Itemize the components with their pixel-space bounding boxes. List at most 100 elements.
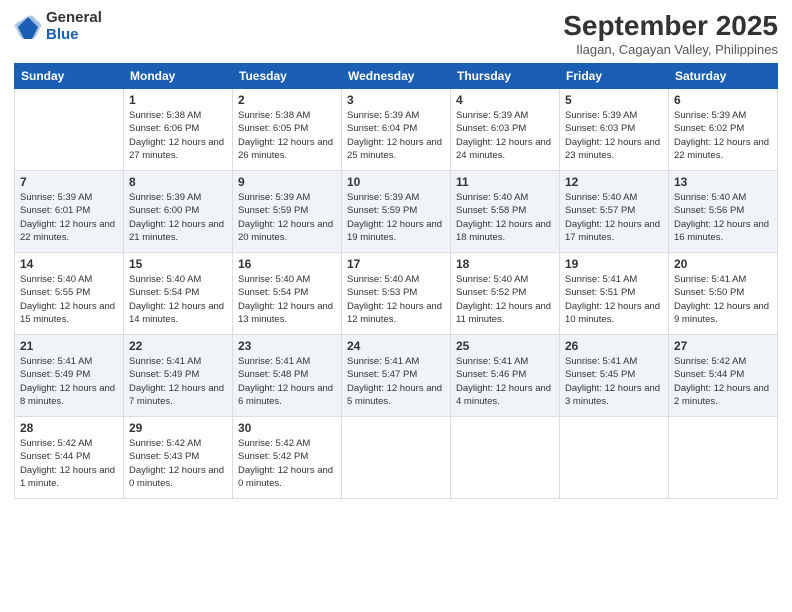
table-row: 9 Sunrise: 5:39 AMSunset: 5:59 PMDaylight… (233, 171, 342, 253)
day-number: 21 (20, 339, 118, 353)
table-row: 18 Sunrise: 5:40 AMSunset: 5:52 PMDayligh… (451, 253, 560, 335)
day-info: Sunrise: 5:42 AMSunset: 5:44 PMDaylight:… (674, 355, 772, 408)
logo-blue-text: Blue (46, 27, 102, 44)
day-number: 8 (129, 175, 227, 189)
table-row: 12 Sunrise: 5:40 AMSunset: 5:57 PMDayligh… (560, 171, 669, 253)
day-info: Sunrise: 5:39 AMSunset: 6:02 PMDaylight:… (674, 109, 772, 162)
day-number: 12 (565, 175, 663, 189)
day-number: 7 (20, 175, 118, 189)
day-number: 30 (238, 421, 336, 435)
page: General Blue September 2025 Ilagan, Caga… (0, 0, 792, 612)
table-row: 7 Sunrise: 5:39 AMSunset: 6:01 PMDaylight… (15, 171, 124, 253)
day-info: Sunrise: 5:41 AMSunset: 5:46 PMDaylight:… (456, 355, 554, 408)
day-number: 5 (565, 93, 663, 107)
table-row: 4 Sunrise: 5:39 AMSunset: 6:03 PMDaylight… (451, 89, 560, 171)
day-number: 10 (347, 175, 445, 189)
day-number: 25 (456, 339, 554, 353)
day-number: 27 (674, 339, 772, 353)
calendar-week-row: 14 Sunrise: 5:40 AMSunset: 5:55 PMDayligh… (15, 253, 778, 335)
table-row: 6 Sunrise: 5:39 AMSunset: 6:02 PMDaylight… (669, 89, 778, 171)
day-number: 26 (565, 339, 663, 353)
day-info: Sunrise: 5:41 AMSunset: 5:48 PMDaylight:… (238, 355, 336, 408)
day-info: Sunrise: 5:42 AMSunset: 5:43 PMDaylight:… (129, 437, 227, 490)
table-row: 1 Sunrise: 5:38 AMSunset: 6:06 PMDaylight… (124, 89, 233, 171)
day-info: Sunrise: 5:39 AMSunset: 6:01 PMDaylight:… (20, 191, 118, 244)
table-row: 26 Sunrise: 5:41 AMSunset: 5:45 PMDayligh… (560, 335, 669, 417)
table-row: 22Sunrise: 5:41 AMSunset: 5:49 PMDayligh… (124, 335, 233, 417)
table-row: 13 Sunrise: 5:40 AMSunset: 5:56 PMDayligh… (669, 171, 778, 253)
month-title: September 2025 (563, 10, 778, 42)
table-row: 8 Sunrise: 5:39 AMSunset: 6:00 PMDaylight… (124, 171, 233, 253)
day-info: Sunrise: 5:40 AMSunset: 5:52 PMDaylight:… (456, 273, 554, 326)
day-info: Sunrise: 5:41 AMSunset: 5:47 PMDaylight:… (347, 355, 445, 408)
header-thursday: Thursday (451, 64, 560, 89)
day-info: Sunrise: 5:41 AMSunset: 5:45 PMDaylight:… (565, 355, 663, 408)
logo-icon (14, 13, 42, 41)
calendar-week-row: 7 Sunrise: 5:39 AMSunset: 6:01 PMDaylight… (15, 171, 778, 253)
day-number: 16 (238, 257, 336, 271)
day-number: 28 (20, 421, 118, 435)
day-number: 29 (129, 421, 227, 435)
table-row: 11 Sunrise: 5:40 AMSunset: 5:58 PMDayligh… (451, 171, 560, 253)
table-row: 19 Sunrise: 5:41 AMSunset: 5:51 PMDayligh… (560, 253, 669, 335)
table-row: 24 Sunrise: 5:41 AMSunset: 5:47 PMDayligh… (342, 335, 451, 417)
day-number: 11 (456, 175, 554, 189)
table-row: 3 Sunrise: 5:39 AMSunset: 6:04 PMDaylight… (342, 89, 451, 171)
table-row (451, 417, 560, 499)
location: Ilagan, Cagayan Valley, Philippines (563, 42, 778, 57)
day-info: Sunrise: 5:42 AMSunset: 5:44 PMDaylight:… (20, 437, 118, 490)
table-row: 25 Sunrise: 5:41 AMSunset: 5:46 PMDayligh… (451, 335, 560, 417)
logo: General Blue (14, 10, 102, 43)
day-info: Sunrise: 5:42 AMSunset: 5:42 PMDaylight:… (238, 437, 336, 490)
day-info: Sunrise: 5:40 AMSunset: 5:55 PMDaylight:… (20, 273, 118, 326)
table-row: 17 Sunrise: 5:40 AMSunset: 5:53 PMDayligh… (342, 253, 451, 335)
day-number: 20 (674, 257, 772, 271)
day-number: 14 (20, 257, 118, 271)
day-info: Sunrise: 5:39 AMSunset: 6:03 PMDaylight:… (565, 109, 663, 162)
table-row: 27 Sunrise: 5:42 AMSunset: 5:44 PMDayligh… (669, 335, 778, 417)
day-info: Sunrise: 5:40 AMSunset: 5:53 PMDaylight:… (347, 273, 445, 326)
day-info: Sunrise: 5:40 AMSunset: 5:57 PMDaylight:… (565, 191, 663, 244)
calendar-table: Sunday Monday Tuesday Wednesday Thursday… (14, 63, 778, 499)
day-number: 3 (347, 93, 445, 107)
day-info: Sunrise: 5:41 AMSunset: 5:51 PMDaylight:… (565, 273, 663, 326)
day-number: 2 (238, 93, 336, 107)
table-row: 30 Sunrise: 5:42 AMSunset: 5:42 PMDayligh… (233, 417, 342, 499)
table-row (560, 417, 669, 499)
header-tuesday: Tuesday (233, 64, 342, 89)
table-row: 23Sunrise: 5:41 AMSunset: 5:48 PMDayligh… (233, 335, 342, 417)
day-info: Sunrise: 5:39 AMSunset: 6:00 PMDaylight:… (129, 191, 227, 244)
table-row: 29 Sunrise: 5:42 AMSunset: 5:43 PMDayligh… (124, 417, 233, 499)
day-info: Sunrise: 5:40 AMSunset: 5:56 PMDaylight:… (674, 191, 772, 244)
table-row: 14 Sunrise: 5:40 AMSunset: 5:55 PMDayligh… (15, 253, 124, 335)
table-row: 16 Sunrise: 5:40 AMSunset: 5:54 PMDayligh… (233, 253, 342, 335)
table-row (342, 417, 451, 499)
day-info: Sunrise: 5:39 AMSunset: 5:59 PMDaylight:… (238, 191, 336, 244)
logo-general-text: General (46, 10, 102, 27)
day-number: 4 (456, 93, 554, 107)
header-monday: Monday (124, 64, 233, 89)
header-sunday: Sunday (15, 64, 124, 89)
day-number: 9 (238, 175, 336, 189)
day-number: 17 (347, 257, 445, 271)
table-row: 10Sunrise: 5:39 AMSunset: 5:59 PMDayligh… (342, 171, 451, 253)
day-info: Sunrise: 5:40 AMSunset: 5:54 PMDaylight:… (238, 273, 336, 326)
calendar-week-row: 21Sunrise: 5:41 AMSunset: 5:49 PMDayligh… (15, 335, 778, 417)
day-number: 24 (347, 339, 445, 353)
day-number: 6 (674, 93, 772, 107)
table-row (669, 417, 778, 499)
weekday-header-row: Sunday Monday Tuesday Wednesday Thursday… (15, 64, 778, 89)
table-row: 5 Sunrise: 5:39 AMSunset: 6:03 PMDaylight… (560, 89, 669, 171)
table-row: 28 Sunrise: 5:42 AMSunset: 5:44 PMDayligh… (15, 417, 124, 499)
header-saturday: Saturday (669, 64, 778, 89)
day-info: Sunrise: 5:39 AMSunset: 6:03 PMDaylight:… (456, 109, 554, 162)
day-info: Sunrise: 5:39 AMSunset: 6:04 PMDaylight:… (347, 109, 445, 162)
day-number: 13 (674, 175, 772, 189)
day-info: Sunrise: 5:38 AMSunset: 6:06 PMDaylight:… (129, 109, 227, 162)
day-number: 19 (565, 257, 663, 271)
day-number: 18 (456, 257, 554, 271)
day-info: Sunrise: 5:40 AMSunset: 5:54 PMDaylight:… (129, 273, 227, 326)
day-info: Sunrise: 5:40 AMSunset: 5:58 PMDaylight:… (456, 191, 554, 244)
day-number: 1 (129, 93, 227, 107)
day-info: Sunrise: 5:41 AMSunset: 5:50 PMDaylight:… (674, 273, 772, 326)
